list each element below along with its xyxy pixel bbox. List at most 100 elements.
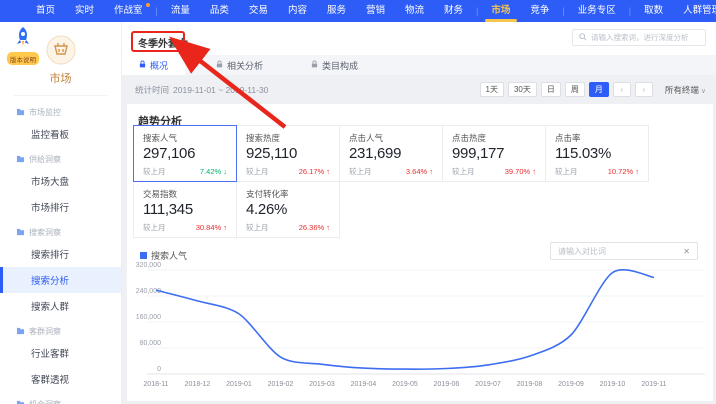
x-axis-tick: 2019-07 xyxy=(475,381,501,388)
metric-compare-row: 较上月26.17% ↑ xyxy=(246,166,330,177)
nav-item-业务专区[interactable]: 业务专区 xyxy=(568,0,626,22)
sidebar-item-搜索人群[interactable]: 搜索人群 xyxy=(0,293,121,319)
compare-word-input[interactable]: 请输入对比词 ✕ xyxy=(550,242,698,260)
next-page-button[interactable]: › xyxy=(635,82,653,97)
nav-item-财务[interactable]: 财务 xyxy=(434,0,473,22)
keyword-search-input[interactable]: 请输入搜索词，进行深度分析 xyxy=(572,29,706,46)
prev-page-button[interactable]: ‹ xyxy=(613,82,631,97)
x-axis-tick: 2019-04 xyxy=(351,381,377,388)
x-axis-tick: 2019-11 xyxy=(641,381,666,388)
range-button-周[interactable]: 周 xyxy=(565,82,585,97)
sidebar-item-搜索排行[interactable]: 搜索排行 xyxy=(0,241,121,267)
nav-item-交易[interactable]: 交易 xyxy=(239,0,278,22)
tab-label: 类目构成 xyxy=(322,59,358,72)
filter-row: 统计时间 2019-11-01 ~ 2019-11-30 1天 30天日周月 ‹ › 所… xyxy=(122,75,716,104)
clear-icon[interactable]: ✕ xyxy=(683,247,690,256)
trend-line-chart[interactable]: 320,000240,000160,00080,00002018-112018-… xyxy=(127,262,711,392)
sidebar-group-客群洞察: 客群洞察 xyxy=(0,319,121,340)
sidebar-item-客群透视[interactable]: 客群透视 xyxy=(0,366,121,392)
x-axis-tick: 2019-06 xyxy=(434,381,460,388)
metric-card-搜索人气[interactable]: 搜索人气297,106 较上月7.42% ↓ xyxy=(133,125,237,182)
y-axis-tick: 240,000 xyxy=(136,288,161,295)
trend-line-series xyxy=(156,270,654,369)
nav-item-人群管理[interactable]: 人群管理 xyxy=(673,0,716,22)
nav-item-市场[interactable]: 市场 xyxy=(481,0,520,22)
folder-icon xyxy=(16,155,25,165)
chevron-down-icon: ∨ xyxy=(701,88,706,95)
legend-label: 搜索人气 xyxy=(151,249,187,262)
tab-概况[interactable]: 概况 xyxy=(122,55,185,75)
x-axis-tick: 2019-05 xyxy=(392,381,418,388)
date-range-value[interactable]: 2019-11-01 ~ 2019-11-30 xyxy=(173,85,268,95)
metric-card-交易指数[interactable]: 交易指数111,345较上月30.84% ↑ xyxy=(133,181,237,238)
range-button-月[interactable]: 月 xyxy=(589,82,609,97)
sidebar-menu: 市场监控监控看板供给洞察市场大盘市场排行搜索洞察搜索排行搜索分析搜索人群客群洞察… xyxy=(0,100,121,404)
x-axis-tick: 2018-12 xyxy=(185,381,211,388)
metric-card-点击人气[interactable]: 点击人气231,699较上月3.64% ↑ xyxy=(339,125,443,182)
metric-change: 39.70% ↑ xyxy=(505,167,536,176)
nav-item-作战室[interactable]: 作战室 xyxy=(104,0,153,22)
metric-value: 297,106 xyxy=(143,145,227,162)
sidebar-item-市场大盘[interactable]: 市场大盘 xyxy=(0,168,121,194)
nav-divider: | xyxy=(626,6,634,16)
nav-item-首页[interactable]: 首页 xyxy=(26,0,65,22)
x-axis-tick: 2019-01 xyxy=(226,381,252,388)
metric-value: 231,699 xyxy=(349,145,433,162)
x-axis-tick: 2019-10 xyxy=(600,381,626,388)
metric-change: 30.84% ↑ xyxy=(196,223,227,232)
tab-类目构成[interactable]: 类目构成 xyxy=(294,55,375,75)
tab-label: 相关分析 xyxy=(227,59,263,72)
keyword-title: 冬季外套女 xyxy=(138,35,188,50)
legend-swatch-icon xyxy=(140,252,147,259)
x-axis-tick: 2019-02 xyxy=(268,381,294,388)
metric-compare-row: 较上月26.36% ↑ xyxy=(246,222,330,233)
nav-item-流量[interactable]: 流量 xyxy=(161,0,200,22)
stat-time-label: 统计时间 xyxy=(135,84,169,96)
metric-compare-row: 较上月7.42% ↓ xyxy=(143,166,227,177)
range-button-1天[interactable]: 1天 xyxy=(480,82,504,97)
compare-label: 较上月 xyxy=(246,166,269,177)
y-axis-tick: 320,000 xyxy=(136,262,161,269)
metric-change: 26.36% ↑ xyxy=(299,223,330,232)
sidebar-divider xyxy=(14,95,107,96)
nav-item-竞争[interactable]: 竞争 xyxy=(520,0,559,22)
range-button-日[interactable]: 日 xyxy=(541,82,561,97)
sidebar-group-机会洞察: 机会洞察 xyxy=(0,392,121,404)
folder-icon xyxy=(16,327,25,337)
metric-card-点击率[interactable]: 点击率115.03%较上月10.72% ↑ xyxy=(545,125,649,182)
nav-item-实时[interactable]: 实时 xyxy=(65,0,104,22)
market-module-icon xyxy=(46,57,76,68)
metric-value: 999,177 xyxy=(452,145,536,162)
sidebar-group-label: 搜索洞察 xyxy=(29,227,61,238)
folder-icon xyxy=(16,228,25,238)
nav-item-品类[interactable]: 品类 xyxy=(200,0,239,22)
main-content: 冬季外套女 请输入搜索词，进行深度分析 概况 相关分析 类目构成 统计时间 2019… xyxy=(122,22,716,404)
x-axis-tick: 2019-03 xyxy=(309,381,335,388)
metric-name: 点击率 xyxy=(555,132,639,144)
nav-item-内容[interactable]: 内容 xyxy=(278,0,317,22)
sidebar-item-市场排行[interactable]: 市场排行 xyxy=(0,194,121,220)
terminal-dropdown[interactable]: 所有终端∨ xyxy=(665,84,706,96)
sidebar-item-监控看板[interactable]: 监控看板 xyxy=(0,121,121,147)
version-widget[interactable]: 版本说明 xyxy=(3,26,43,65)
sidebar-item-行业客群[interactable]: 行业客群 xyxy=(0,340,121,366)
lock-icon xyxy=(311,60,318,70)
nav-item-营销[interactable]: 营销 xyxy=(356,0,395,22)
tab-相关分析[interactable]: 相关分析 xyxy=(199,55,280,75)
sidebar-item-搜索分析[interactable]: 搜索分析 xyxy=(0,267,121,293)
sidebar-group-市场监控: 市场监控 xyxy=(0,100,121,121)
range-button-30天[interactable]: 30天 xyxy=(508,82,537,97)
metric-value: 925,110 xyxy=(246,145,330,162)
metric-card-支付转化率[interactable]: 支付转化率4.26%较上月26.36% ↑ xyxy=(236,181,340,238)
nav-item-服务[interactable]: 服务 xyxy=(317,0,356,22)
x-axis-tick: 2018-11 xyxy=(143,381,168,388)
metric-card-搜索热度[interactable]: 搜索热度925,110较上月26.17% ↑ xyxy=(236,125,340,182)
nav-item-取数[interactable]: 取数 xyxy=(634,0,673,22)
metric-name: 搜索人气 xyxy=(143,132,227,144)
sidebar-group-label: 市场监控 xyxy=(29,107,61,118)
filter-right: 1天 30天日周月 ‹ › 所有终端∨ xyxy=(476,82,707,97)
version-badge[interactable]: 版本说明 xyxy=(7,52,39,65)
compare-label: 较上月 xyxy=(143,222,166,233)
nav-item-物流[interactable]: 物流 xyxy=(395,0,434,22)
metric-card-点击热度[interactable]: 点击热度999,177较上月39.70% ↑ xyxy=(442,125,546,182)
